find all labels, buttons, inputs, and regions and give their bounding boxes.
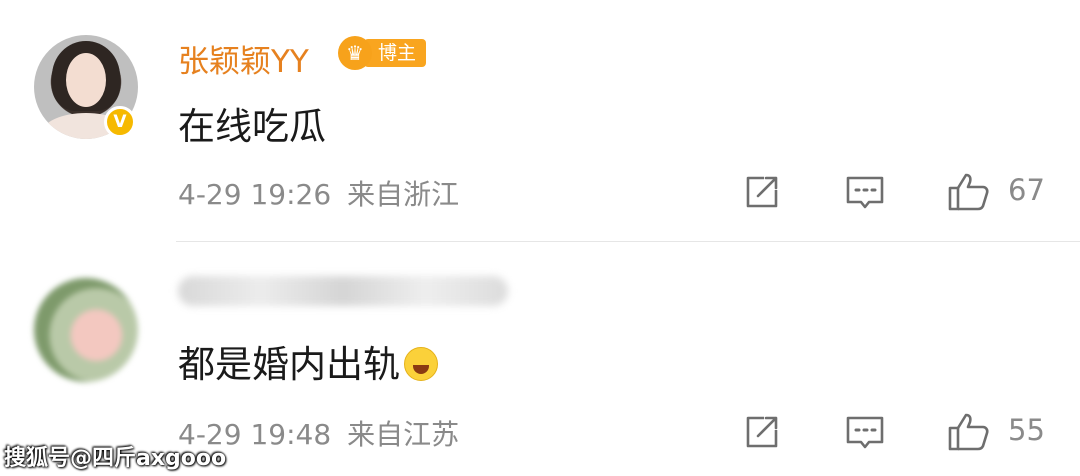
comment-text: 在线吃瓜 xyxy=(178,105,326,148)
blurred-username[interactable] xyxy=(178,276,508,306)
laughing-crying-emoji-icon xyxy=(404,347,438,381)
comment-location: 来自浙江 xyxy=(347,178,460,211)
comment-location: 来自江苏 xyxy=(347,418,460,451)
comment-text: 都是婚内出轨 xyxy=(178,334,438,388)
thumbs-up-icon[interactable] xyxy=(946,170,990,214)
like-count: 67 xyxy=(1008,173,1045,207)
comment-date: 4-29 19:26 xyxy=(178,178,332,211)
comment-item: V 张颖颖YY ♛ 博主 在线吃瓜 4-29 19:26 来自浙江 67 xyxy=(0,0,1080,242)
blogger-badge: ♛ 博主 xyxy=(338,34,427,72)
divider xyxy=(176,241,1080,242)
share-icon[interactable] xyxy=(740,410,784,454)
comment-text-content: 都是婚内出轨 xyxy=(178,343,400,386)
username[interactable]: 张颖颖YY xyxy=(178,36,309,81)
avatar-face xyxy=(66,53,106,107)
comment-meta: 4-29 19:26 来自浙江 xyxy=(178,173,459,213)
comment-icon[interactable] xyxy=(843,410,887,454)
thumbs-up-icon[interactable] xyxy=(946,410,990,454)
blogger-badge-label: 博主 xyxy=(364,39,427,67)
crown-icon: ♛ xyxy=(338,36,372,70)
share-icon[interactable] xyxy=(740,170,784,214)
comment-icon[interactable] xyxy=(843,170,887,214)
like-count: 55 xyxy=(1008,413,1045,447)
watermark: 搜狐号@四斤axgooo xyxy=(4,446,227,471)
avatar[interactable] xyxy=(34,278,138,382)
verified-badge-icon: V xyxy=(104,106,136,138)
